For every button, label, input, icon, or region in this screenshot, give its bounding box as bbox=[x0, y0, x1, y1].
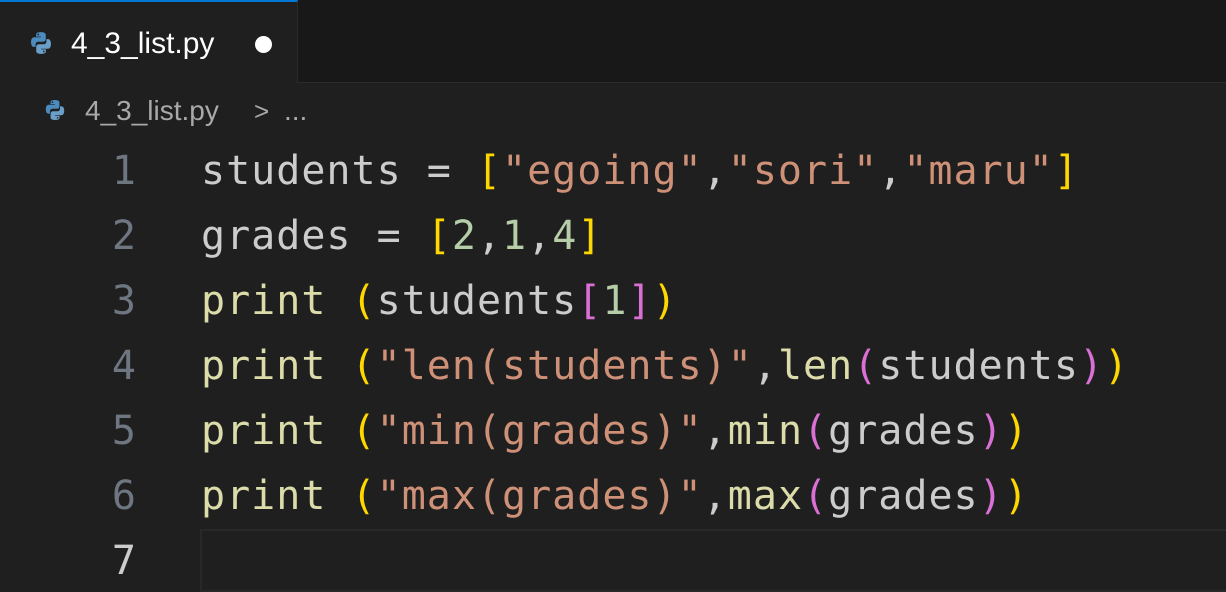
line-number: 7 bbox=[111, 538, 136, 584]
code-token: ] bbox=[1053, 148, 1079, 194]
code-text[interactable]: print ("min(grades)",min(grades)) bbox=[201, 399, 1029, 464]
code-token: "max(grades)" bbox=[376, 473, 703, 519]
python-icon bbox=[43, 98, 67, 122]
code-text[interactable]: grades = [2,1,4] bbox=[201, 204, 602, 269]
code-token: [ bbox=[426, 213, 452, 259]
code-token: = bbox=[401, 148, 477, 194]
code-token: "egoing" bbox=[502, 148, 703, 194]
code-text[interactable]: print (students[1]) bbox=[201, 269, 678, 334]
code-token: , bbox=[702, 148, 728, 194]
code-token: grades bbox=[828, 408, 979, 454]
code-token: , bbox=[702, 408, 728, 454]
code-text[interactable]: print ("max(grades)",max(grades)) bbox=[201, 464, 1029, 529]
code-token: print bbox=[201, 343, 327, 389]
code-token: "sori" bbox=[727, 148, 879, 194]
code-token: ) bbox=[1104, 343, 1130, 389]
line-number: 6 bbox=[111, 473, 136, 519]
editor-tab-bar: 4_3_list.py bbox=[0, 0, 1226, 83]
code-token: [ bbox=[577, 278, 603, 324]
code-line[interactable]: 7 bbox=[0, 529, 1226, 592]
current-line-highlight bbox=[200, 529, 1226, 592]
code-token: max bbox=[727, 473, 804, 519]
code-token: ) bbox=[978, 408, 1004, 454]
code-line[interactable]: 4 print ("len(students)",len(students)) bbox=[0, 334, 1226, 399]
unsaved-dot-icon[interactable] bbox=[255, 36, 272, 53]
code-token: ) bbox=[1078, 343, 1105, 389]
code-editor[interactable]: 1 students = ["egoing","sori","maru"] 2 gra… bbox=[0, 139, 1226, 592]
code-token: = bbox=[351, 213, 427, 259]
code-token: ) bbox=[1003, 473, 1029, 519]
code-text[interactable]: print ("len(students)",len(students)) bbox=[201, 334, 1129, 399]
code-token: , bbox=[878, 148, 904, 194]
line-number: 2 bbox=[111, 213, 136, 259]
code-token: "maru" bbox=[903, 148, 1054, 194]
code-line[interactable]: 1 students = ["egoing","sori","maru"] bbox=[0, 139, 1226, 204]
code-token: min bbox=[727, 408, 804, 454]
line-number: 3 bbox=[111, 278, 136, 324]
code-line[interactable]: 2 grades = [2,1,4] bbox=[0, 204, 1226, 269]
code-token: [ bbox=[476, 148, 502, 194]
code-token: ] bbox=[577, 213, 603, 259]
code-token: , bbox=[476, 213, 503, 259]
code-token: ] bbox=[627, 278, 653, 324]
breadcrumb-symbols[interactable]: ... bbox=[284, 94, 307, 128]
python-icon bbox=[28, 30, 54, 56]
code-token: ) bbox=[1003, 408, 1029, 454]
code-token: grades bbox=[828, 473, 979, 519]
code-token: students bbox=[201, 148, 402, 194]
code-token: 4 bbox=[552, 213, 578, 259]
tab-filename: 4_3_list.py bbox=[71, 27, 215, 60]
line-number: 5 bbox=[111, 408, 136, 454]
code-token: ( bbox=[803, 408, 829, 454]
code-token: "min(grades)" bbox=[376, 408, 703, 454]
code-token: ( bbox=[803, 473, 829, 519]
code-token: print bbox=[201, 473, 327, 519]
breadcrumb-file[interactable]: 4_3_list.py bbox=[85, 94, 219, 128]
code-token: ) bbox=[652, 278, 678, 324]
code-token: 2 bbox=[451, 213, 477, 259]
line-number: 4 bbox=[111, 343, 136, 389]
code-token: , bbox=[752, 343, 778, 389]
chevron-right-icon: > bbox=[254, 96, 270, 126]
code-token: ( bbox=[351, 473, 377, 519]
code-token: , bbox=[702, 473, 728, 519]
code-line[interactable]: 3 print (students[1]) bbox=[0, 269, 1226, 334]
line-number: 1 bbox=[111, 148, 136, 194]
code-token: len bbox=[777, 343, 854, 389]
editor-tab-active[interactable]: 4_3_list.py bbox=[0, 0, 298, 83]
code-text[interactable]: students = ["egoing","sori","maru"] bbox=[201, 139, 1079, 204]
code-token: , bbox=[527, 213, 553, 259]
code-line[interactable]: 6 print ("max(grades)",max(grades)) bbox=[0, 464, 1226, 529]
code-token: grades bbox=[201, 213, 352, 259]
code-token: ( bbox=[853, 343, 879, 389]
code-line[interactable]: 5 print ("min(grades)",min(grades)) bbox=[0, 399, 1226, 464]
code-token: 1 bbox=[502, 213, 528, 259]
code-token: ( bbox=[351, 408, 377, 454]
code-token: ) bbox=[978, 473, 1004, 519]
breadcrumb: 4_3_list.py > ... bbox=[0, 83, 1226, 139]
code-token: "len(students)" bbox=[376, 343, 753, 389]
code-token: print bbox=[201, 408, 327, 454]
code-token: students bbox=[878, 343, 1079, 389]
code-token: students bbox=[376, 278, 578, 324]
code-token: 1 bbox=[602, 278, 628, 324]
code-token: ( bbox=[351, 278, 377, 324]
code-token: ( bbox=[351, 343, 377, 389]
code-token: print bbox=[201, 278, 327, 324]
